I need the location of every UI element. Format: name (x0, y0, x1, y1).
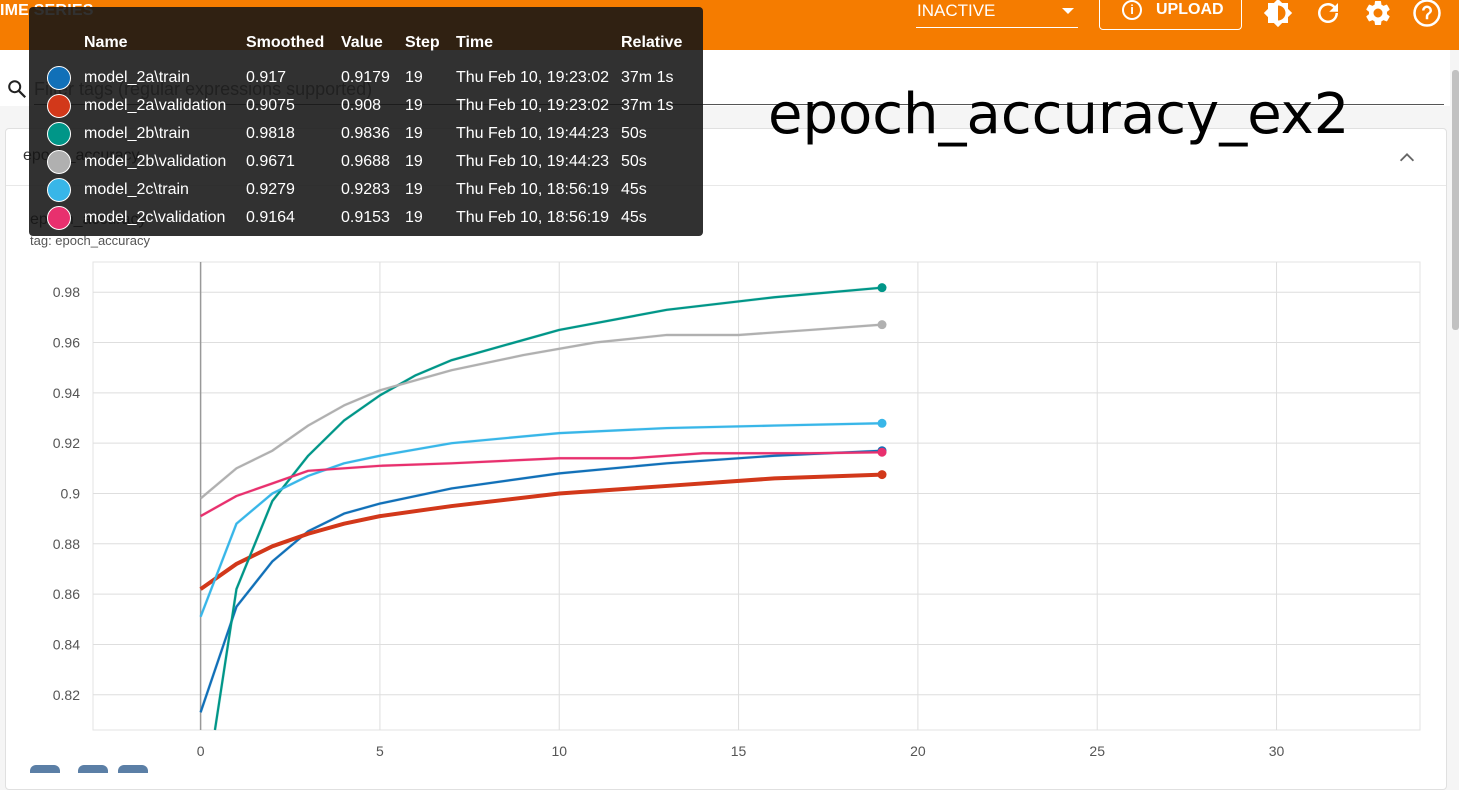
x-tick-label: 15 (731, 743, 747, 759)
series-color-swatch (47, 122, 71, 146)
tooltip-cell-relative: 50s (621, 125, 647, 142)
y-tick-label: 0.82 (53, 687, 80, 703)
data-tooltip: Name Smoothed Value Step Time Relative m… (29, 7, 703, 236)
y-tick-label: 0.84 (53, 636, 80, 652)
download-icon[interactable] (118, 765, 148, 773)
tooltip-cell-time: Thu Feb 10, 18:56:19 (456, 181, 609, 198)
chart-toolbar (30, 765, 180, 773)
tooltip-cell-smoothed: 0.9671 (246, 153, 295, 170)
tooltip-cell-smoothed: 0.9075 (246, 97, 295, 114)
tooltip-cell-name: model_2a\validation (84, 97, 227, 114)
col-relative-header: Relative (621, 34, 683, 51)
col-step-header: Step (405, 34, 440, 51)
tooltip-cell-time: Thu Feb 10, 19:23:02 (456, 97, 609, 114)
x-tick-label: 5 (376, 743, 384, 759)
series-color-swatch (47, 66, 71, 90)
tooltip-cell-relative: 45s (621, 181, 647, 198)
tooltip-cell-value: 0.9836 (341, 125, 390, 142)
vertical-scrollbar[interactable] (1452, 70, 1459, 330)
tooltip-cell-time: Thu Feb 10, 19:44:23 (456, 125, 609, 142)
y-tick-label: 0.98 (53, 284, 80, 300)
series-end-point (877, 447, 887, 457)
series-color-swatch (47, 94, 71, 118)
tooltip-cell-step: 19 (405, 181, 423, 198)
series-color-swatch (47, 206, 71, 230)
y-tick-label: 0.86 (53, 586, 80, 602)
tooltip-cell-name: model_2b\train (84, 125, 190, 142)
tooltip-cell-relative: 37m 1s (621, 69, 674, 86)
y-tick-label: 0.96 (53, 335, 80, 351)
tooltip-cell-relative: 50s (621, 153, 647, 170)
series-end-point (877, 470, 887, 480)
tooltip-cell-relative: 37m 1s (621, 97, 674, 114)
x-tick-label: 0 (197, 743, 205, 759)
tooltip-cell-smoothed: 0.9164 (246, 209, 295, 226)
y-tick-label: 0.88 (53, 536, 80, 552)
y-tick-label: 0.9 (61, 485, 81, 501)
series-end-point (877, 320, 887, 330)
tooltip-cell-time: Thu Feb 10, 18:56:19 (456, 209, 609, 226)
col-name-header: Name (84, 34, 128, 51)
fit-domain-icon[interactable] (30, 765, 60, 773)
tooltip-cell-smoothed: 0.9818 (246, 125, 295, 142)
tooltip-cell-value: 0.908 (341, 97, 382, 114)
tooltip-cell-time: Thu Feb 10, 19:44:23 (456, 153, 609, 170)
tooltip-cell-relative: 45s (621, 209, 647, 226)
tooltip-cell-smoothed: 0.9279 (246, 181, 295, 198)
series-color-swatch (47, 178, 71, 202)
x-tick-label: 30 (1269, 743, 1285, 759)
plot-area (92, 261, 1421, 731)
tooltip-cell-smoothed: 0.917 (246, 69, 287, 86)
series-color-swatch (47, 150, 71, 174)
x-tick-label: 20 (910, 743, 926, 759)
tooltip-cell-name: model_2b\validation (84, 153, 227, 170)
log-scale-icon[interactable] (78, 765, 108, 773)
series-line (213, 286, 883, 731)
col-time-header: Time (456, 34, 494, 51)
series-end-point (877, 283, 887, 293)
tooltip-cell-name: model_2c\train (84, 181, 189, 198)
series-end-point (877, 418, 887, 428)
series-line (199, 449, 883, 713)
series-line (199, 472, 883, 591)
tooltip-cell-time: Thu Feb 10, 19:23:02 (456, 69, 609, 86)
tooltip-cell-value: 0.9179 (341, 69, 390, 86)
series-raw-line (199, 449, 883, 713)
col-smoothed-header: Smoothed (246, 34, 325, 51)
tooltip-row: model_2c\validation 0.9164 0.9153 19 Thu Feb… (29, 206, 703, 243)
tooltip-cell-name: model_2c\validation (84, 209, 226, 226)
tooltip-cell-name: model_2a\train (84, 69, 190, 86)
tooltip-cell-step: 19 (405, 209, 423, 226)
tooltip-cell-value: 0.9283 (341, 181, 390, 198)
series-raw-line (213, 286, 883, 731)
col-value-header: Value (341, 34, 383, 51)
tooltip-cell-step: 19 (405, 97, 423, 114)
y-tick-label: 0.92 (53, 435, 80, 451)
tooltip-cell-value: 0.9688 (341, 153, 390, 170)
tooltip-cell-step: 19 (405, 125, 423, 142)
series-raw-line (199, 473, 883, 591)
y-tick-label: 0.94 (53, 385, 80, 401)
tooltip-cell-value: 0.9153 (341, 209, 390, 226)
x-tick-label: 25 (1089, 743, 1105, 759)
tooltip-cell-step: 19 (405, 153, 423, 170)
tooltip-cell-step: 19 (405, 69, 423, 86)
x-tick-label: 10 (551, 743, 567, 759)
